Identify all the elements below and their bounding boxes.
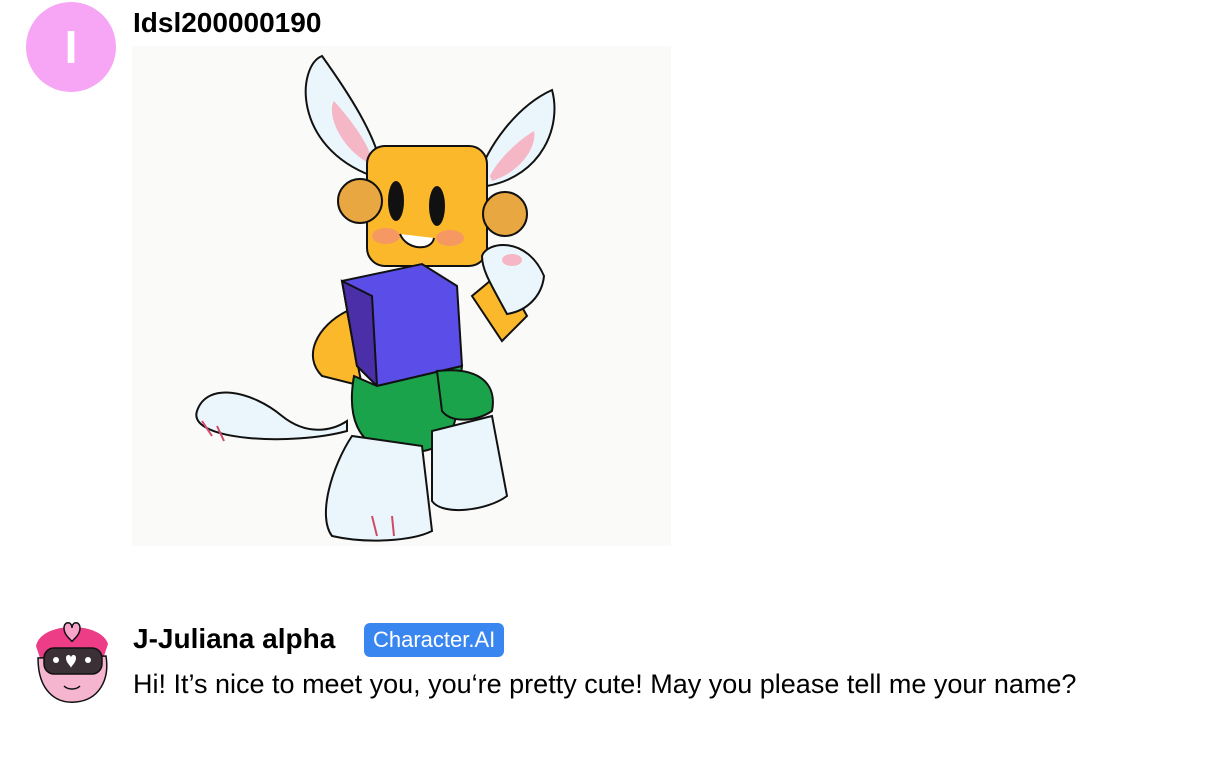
bot-avatar[interactable]	[26, 616, 116, 706]
user-avatar-letter: I	[64, 21, 78, 73]
user-name[interactable]: Idsl200000190	[133, 6, 321, 40]
cat-character-illustration	[195, 54, 556, 542]
bot-name[interactable]: J-Juliana alpha	[133, 622, 335, 656]
user-avatar[interactable]: I	[26, 2, 116, 92]
bot-message-text: Hi! It’s nice to meet you, you‘re pretty…	[133, 669, 1077, 699]
character-ai-badge: Character.AI	[364, 623, 505, 657]
bot-avatar-illustration	[26, 616, 116, 706]
attached-image[interactable]	[132, 46, 671, 546]
